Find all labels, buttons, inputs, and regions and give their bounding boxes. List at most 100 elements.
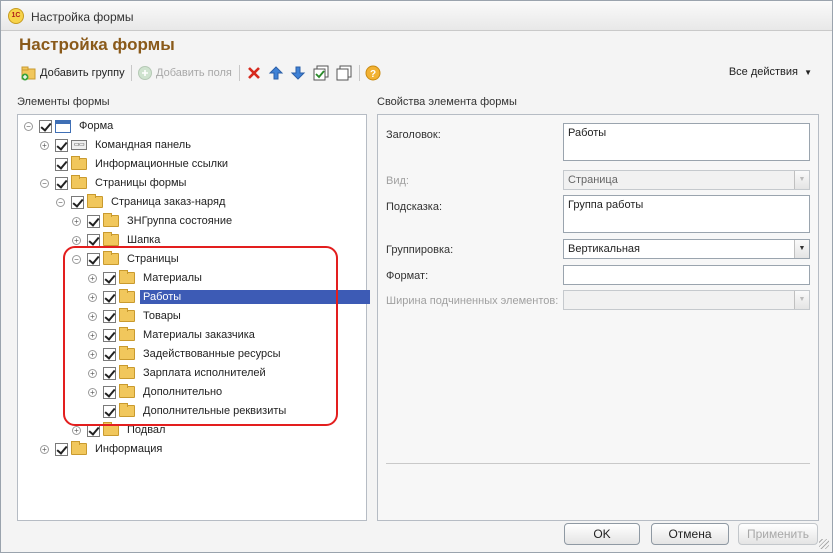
tree-row[interactable]: + Дополнительно <box>88 383 225 401</box>
svg-text:?: ? <box>370 69 376 80</box>
tree-row[interactable]: + Материалы заказчика <box>88 326 258 344</box>
visibility-checkbox[interactable] <box>87 233 100 247</box>
tree-row[interactable]: − Страницы <box>72 250 182 268</box>
visibility-checkbox[interactable] <box>103 347 116 361</box>
child-width-select[interactable]: ▼ <box>563 290 810 310</box>
tree-row[interactable]: Информационные ссылки <box>40 155 231 173</box>
title-field[interactable]: Работы <box>563 123 810 161</box>
folder-icon <box>103 251 119 265</box>
expand-icon[interactable]: + <box>72 425 81 435</box>
visibility-checkbox[interactable] <box>87 214 100 228</box>
tree-row[interactable]: − Страница заказ-наряд <box>56 193 228 211</box>
visibility-checkbox[interactable] <box>87 252 100 266</box>
cancel-button[interactable]: Отмена <box>651 523 729 545</box>
title-label: Заголовок: <box>386 129 441 141</box>
move-up-icon <box>268 65 284 81</box>
expand-icon[interactable]: + <box>88 273 97 283</box>
tree-item-label: Материалы <box>143 272 202 284</box>
chevron-down-icon: ▼ <box>794 240 809 258</box>
add-fields-button[interactable]: Добавить поля <box>137 63 232 83</box>
tree-row[interactable]: + ЗНГруппа состояние <box>72 212 235 230</box>
chevron-down-icon: ▼ <box>794 291 809 309</box>
folder-icon <box>103 213 119 227</box>
child-width-label: Ширина подчиненных элементов: <box>386 295 559 307</box>
expand-icon[interactable]: + <box>88 292 97 302</box>
add-group-button[interactable]: Добавить группу <box>21 63 125 83</box>
move-up-button[interactable] <box>268 63 284 83</box>
help-button[interactable]: ? <box>365 63 381 83</box>
expand-icon[interactable]: + <box>88 368 97 378</box>
form-elements-tree[interactable]: − Форма + ▭▭ Командная панель Информационные … <box>17 114 370 521</box>
expand-icon[interactable]: + <box>88 311 97 321</box>
tree-item-label: Форма <box>79 120 114 132</box>
tree-row[interactable]: − Страницы формы <box>40 174 189 192</box>
visibility-checkbox[interactable] <box>103 404 116 418</box>
collapse-icon[interactable]: − <box>24 121 33 131</box>
visibility-checkbox[interactable] <box>55 157 68 171</box>
visibility-checkbox[interactable] <box>39 119 52 133</box>
move-down-icon <box>290 65 306 81</box>
add-group-label: Добавить группу <box>40 67 125 79</box>
move-down-button[interactable] <box>290 63 306 83</box>
expand-icon[interactable]: + <box>40 140 49 150</box>
toolbar-divider <box>131 65 132 81</box>
tree-row[interactable]: Дополнительные реквизиты <box>88 402 289 420</box>
grouping-label: Группировка: <box>386 244 454 256</box>
delete-button[interactable] <box>246 63 262 83</box>
all-actions-menu[interactable]: Все действия ▼ <box>729 66 812 78</box>
tree-row[interactable]: + Товары <box>88 307 184 325</box>
collapse-icon[interactable]: − <box>72 254 81 264</box>
visibility-checkbox[interactable] <box>103 366 116 380</box>
form-elements-title: Элементы формы <box>17 96 110 108</box>
app-logo-icon: 1С <box>8 8 24 24</box>
expand-icon[interactable]: + <box>72 235 81 245</box>
uncheck-all-button[interactable] <box>336 63 352 83</box>
visibility-checkbox[interactable] <box>87 423 100 437</box>
visibility-checkbox[interactable] <box>55 138 68 152</box>
tree-item-label: Страницы <box>127 253 179 265</box>
tree-row[interactable]: + ▭▭ Командная панель <box>40 136 194 154</box>
hint-field[interactable]: Группа работы <box>563 195 810 233</box>
tree-row[interactable]: − Форма <box>24 117 116 135</box>
expand-icon[interactable]: + <box>72 216 81 226</box>
visibility-checkbox[interactable] <box>103 385 116 399</box>
expand-icon[interactable]: + <box>88 349 97 359</box>
form-icon <box>55 119 71 133</box>
expand-icon[interactable]: + <box>40 444 49 454</box>
visibility-checkbox[interactable] <box>103 309 116 323</box>
collapse-icon[interactable]: − <box>56 197 65 207</box>
visibility-checkbox[interactable] <box>55 176 68 190</box>
check-all-icon <box>313 65 329 81</box>
grouping-select[interactable]: Вертикальная ▼ <box>563 239 810 259</box>
form-title: Настройка формы <box>19 35 175 54</box>
tree-row[interactable]: + Шапка <box>72 231 163 249</box>
visibility-checkbox[interactable] <box>103 328 116 342</box>
tree-row[interactable]: + Зарплата исполнителей <box>88 364 269 382</box>
hint-label: Подсказка: <box>386 201 443 213</box>
tree-row[interactable]: + Подвал <box>72 421 168 439</box>
folder-icon <box>71 175 87 189</box>
collapse-icon[interactable]: − <box>40 178 49 188</box>
visibility-checkbox[interactable] <box>71 195 84 209</box>
folder-icon <box>119 384 135 398</box>
tree-row[interactable]: + Материалы <box>88 269 205 287</box>
view-select[interactable]: Страница ▼ <box>563 170 810 190</box>
apply-button[interactable]: Применить <box>738 523 818 545</box>
visibility-checkbox[interactable] <box>103 271 116 285</box>
tree-item-label: Зарплата исполнителей <box>143 367 266 379</box>
visibility-checkbox[interactable] <box>103 290 116 304</box>
tree-row[interactable]: + Работы <box>88 288 370 306</box>
tree-row[interactable]: + Информация <box>40 440 165 458</box>
check-all-button[interactable] <box>313 63 329 83</box>
visibility-checkbox[interactable] <box>55 442 68 456</box>
properties-panel: Заголовок: Работы Вид: Страница ▼ Подска… <box>377 114 819 521</box>
folder-icon <box>119 327 135 341</box>
expand-icon[interactable]: + <box>88 330 97 340</box>
ok-button[interactable]: OK <box>564 523 640 545</box>
expand-icon[interactable]: + <box>88 387 97 397</box>
tree-row[interactable]: + Задействованные ресурсы <box>88 345 284 363</box>
tree-item-label: Информационные ссылки <box>95 158 229 170</box>
resize-grip[interactable] <box>819 539 829 549</box>
element-properties-title: Свойства элемента формы <box>377 96 517 108</box>
format-field[interactable] <box>563 265 810 285</box>
